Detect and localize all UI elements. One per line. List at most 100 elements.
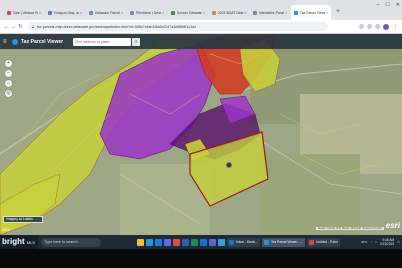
bright-logo: bright MLS (0, 235, 38, 249)
close-tab-icon[interactable]: × (121, 11, 123, 15)
taskbar-search-placeholder: Type here to search (44, 240, 78, 244)
close-window-button[interactable]: ✕ (396, 2, 400, 8)
location-marker[interactable] (226, 162, 232, 168)
clock[interactable]: 9:46 AM 1/13/2023 (380, 238, 394, 246)
tab-label: Interactive Parcel (259, 10, 284, 15)
home-button[interactable]: ⌂ (5, 80, 12, 87)
tab-favicon-icon (48, 10, 52, 15)
search-button[interactable]: ⌕ (132, 37, 141, 46)
maximize-button[interactable]: ☐ (385, 2, 389, 8)
browser-tab[interactable]: Tax Parcel Viewer × (291, 5, 331, 20)
tab-favicon-icon (171, 10, 175, 15)
browser-menu-icon[interactable]: ⋮ (392, 24, 399, 30)
tab-favicon-icon (212, 10, 216, 15)
bookmark-icon[interactable] (367, 24, 372, 29)
close-tab-icon[interactable]: × (326, 11, 328, 15)
scale-bar: 600 ft (2, 228, 11, 232)
taskbar-window-label: Tax Parcel Viewer - ... (271, 240, 304, 244)
menu-icon[interactable]: ≡ (3, 39, 10, 45)
app-header: ≡ Tax Parcel Viewer ⌕ (0, 34, 402, 49)
app-logo-icon (12, 38, 18, 45)
taskbar-window-button[interactable]: Tax Parcel Viewer - ... (262, 237, 306, 247)
browser-tab[interactable]: Sussex Delaware × (168, 5, 208, 20)
map-viewport[interactable]: ≡ Tax Parcel Viewer ⌕ + − ⌂ ◎ Imagery w/… (0, 34, 402, 235)
tab-label: Plenthese | Delaw (136, 10, 161, 15)
url-text: fsc.parcels-map.dnrec.delaware.gov/esrim… (37, 24, 197, 29)
tab-label: Sussex Delaware (177, 10, 202, 15)
volume-icon[interactable]: ◖ (375, 240, 377, 244)
store-icon[interactable] (164, 238, 171, 246)
browser-tab[interactable]: Sale | Venture Re × (4, 5, 44, 20)
outlook-icon[interactable] (200, 238, 207, 246)
close-tab-icon[interactable]: × (80, 11, 82, 15)
new-tab-button[interactable]: + (332, 6, 344, 20)
minimize-button[interactable]: – (377, 2, 380, 8)
browser-extensions: ⋮ (359, 23, 399, 30)
taskbar: bright MLS Type here to search Inbox - Ke… (0, 235, 402, 249)
close-tab-icon[interactable]: × (244, 11, 246, 15)
taskbar-window-button[interactable]: Inbox - Kevin... (227, 237, 260, 247)
photos-icon[interactable] (218, 238, 225, 246)
browser-tab[interactable]: 2024 BOAT Delaw× (209, 5, 249, 20)
locate-button[interactable]: ◎ (5, 90, 12, 97)
teams-icon[interactable] (209, 238, 216, 246)
url-field[interactable]: 🔒︎ fsc.parcels-map.dnrec.delaware.gov/es… (28, 22, 328, 31)
tab-label: Hodgson Bay, and (54, 10, 79, 15)
close-tab-icon[interactable]: × (39, 11, 41, 15)
tab-favicon-icon (89, 10, 93, 15)
weather-temp[interactable]: 41°F (361, 240, 367, 244)
taskbar-pinned-apps (137, 238, 225, 246)
browser-tab[interactable]: Plenthese | Delaw × (127, 5, 167, 20)
screen-bezel (0, 249, 402, 268)
reload-button[interactable]: ↻ (17, 24, 24, 30)
edge-icon[interactable] (146, 238, 153, 246)
screen: Sale | Venture Re × Hodgson Bay, and × Delaw… (0, 0, 402, 268)
taskbar-window-label: Untitled - Paint (316, 240, 338, 244)
search-box (73, 37, 132, 46)
tab-favicon-icon (7, 10, 11, 15)
map-attribution: Sussex County GIS, Maxar, Microsoft | Po… (315, 227, 384, 230)
tab-favicon-icon (130, 10, 134, 15)
zoom-in-button[interactable]: + (5, 60, 12, 67)
address-bar: ← → ↻ 🔒︎ fsc.parcels-map.dnrec.delaware.… (0, 20, 402, 34)
farmland-area (260, 154, 360, 235)
file-explorer-icon[interactable] (137, 238, 144, 246)
taskbar-window-label: Inbox - Kevin... (236, 240, 258, 244)
browser-tab-strip: Sale | Venture Re × Hodgson Bay, and × Delaw… (0, 0, 402, 20)
window-app-icon (264, 239, 269, 245)
map-canvas[interactable] (0, 34, 402, 235)
window-controls: – ☐ ✕ (377, 2, 400, 8)
browser-tab[interactable]: Interactive Parcel × (250, 5, 290, 20)
lock-icon: 🔒︎ (32, 24, 35, 29)
search-input[interactable] (75, 39, 132, 44)
tab-label: Delaware Parcel V (95, 10, 120, 15)
back-button[interactable]: ← (3, 24, 10, 30)
mail-icon[interactable] (155, 238, 162, 246)
forward-button[interactable]: → (10, 24, 17, 30)
wifi-icon[interactable]: ◔ (370, 240, 372, 244)
browser-tab[interactable]: Hodgson Bay, and × (45, 5, 85, 20)
close-tab-icon[interactable]: × (203, 11, 205, 15)
zoom-out-button[interactable]: − (5, 70, 12, 77)
app-title: Tax Parcel Viewer (21, 38, 64, 45)
tab-label: Tax Parcel Viewer (300, 10, 325, 15)
profile-avatar[interactable] (383, 23, 389, 30)
chrome-icon[interactable] (173, 238, 180, 246)
taskbar-window-button[interactable]: Untitled - Paint (307, 237, 340, 247)
bright-logo-text: bright (2, 237, 25, 246)
search-icon: ⌕ (134, 39, 138, 44)
tab-label: Sale | Venture Re (13, 10, 38, 15)
window-app-icon (229, 239, 234, 245)
tab-favicon-icon (294, 10, 298, 15)
notification-icon[interactable]: ▭ (397, 240, 400, 244)
excel-icon[interactable] (191, 238, 198, 246)
browser-tab[interactable]: Delaware Parcel V× (86, 5, 126, 20)
close-tab-icon[interactable]: × (285, 11, 287, 15)
word-icon[interactable] (182, 238, 189, 246)
basemap-toggle[interactable]: Imagery w/ Labels (3, 216, 43, 223)
taskbar-search[interactable]: Type here to search (41, 237, 101, 247)
system-tray: 41°F ◔ ◖ 9:46 AM 1/13/2023 ▭ (361, 237, 400, 247)
close-tab-icon[interactable]: × (162, 11, 164, 15)
extensions-puzzle-icon[interactable] (375, 24, 380, 29)
extension-icon[interactable] (359, 24, 364, 29)
